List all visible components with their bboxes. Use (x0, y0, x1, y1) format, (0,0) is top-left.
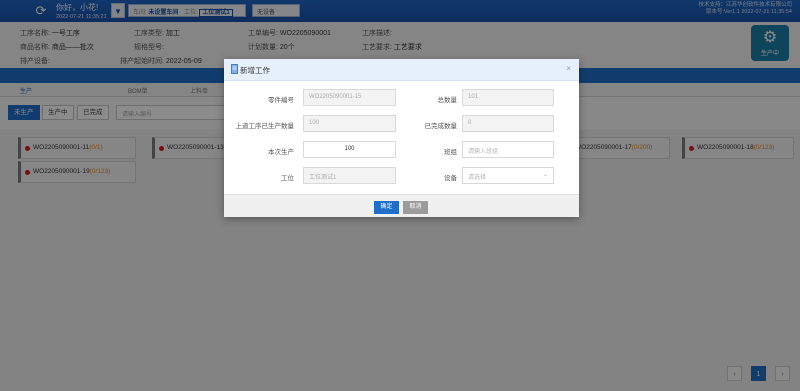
close-icon[interactable]: × (566, 64, 571, 73)
confirm-button[interactable]: 确定 (374, 201, 399, 214)
prev-produced-field: 100 (303, 115, 396, 132)
completed-quantity-field: 0 (462, 115, 554, 132)
total-quantity-label: 总数量 (437, 97, 458, 104)
chevron-down-icon: ⌄ (542, 172, 548, 178)
this-production-input[interactable]: 100 (303, 141, 396, 158)
prev-produced-label: 上道工序已生产数量 (235, 123, 295, 130)
part-number-field: WO2205090001-15 (303, 89, 396, 106)
dialog-title: 新增工作 (240, 66, 270, 75)
device-label: 设备 (444, 175, 457, 182)
station-field: 工位测试1 (303, 167, 396, 184)
dialog-footer: 确定 取消 (224, 194, 579, 217)
add-work-dialog: 新增工作 × 零件编号 WO2205090001-15 总数量 101 上道工序… (224, 59, 579, 217)
this-production-label: 本次生产 (268, 149, 294, 156)
document-icon (231, 64, 238, 74)
team-label: 班组 (444, 149, 457, 156)
device-select[interactable]: 请选择 ⌄ (462, 167, 554, 184)
total-quantity-field: 101 (462, 89, 554, 106)
completed-quantity-label: 已完成数量 (424, 123, 458, 130)
dialog-header: 新增工作 × (224, 59, 579, 81)
device-placeholder: 请选择 (468, 175, 487, 181)
part-number-label: 零件编号 (268, 97, 294, 104)
station-label: 工位 (281, 175, 294, 182)
team-input[interactable]: 请输入班组 (462, 141, 554, 158)
cancel-button[interactable]: 取消 (403, 201, 428, 214)
